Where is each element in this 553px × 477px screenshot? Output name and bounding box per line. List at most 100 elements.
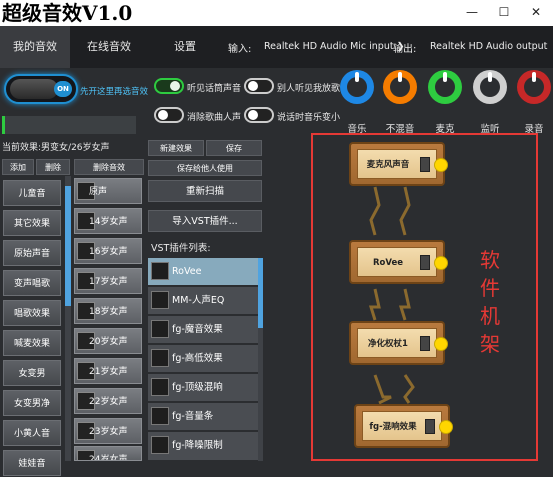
power-toggle-knob — [10, 79, 58, 99]
preset-item[interactable]: 24岁女声 — [74, 446, 142, 461]
preset-label: 17岁女声 — [89, 277, 128, 287]
record-knob-icon[interactable] — [517, 70, 551, 104]
category-item[interactable]: 喊麦效果 — [3, 330, 61, 356]
preset-label: 20岁女声 — [89, 337, 128, 347]
close-button[interactable]: ✕ — [526, 3, 546, 21]
category-scrollbar[interactable] — [65, 176, 71, 461]
vst-plugin-item[interactable]: MM-人声EQ — [148, 287, 258, 315]
chain-node[interactable]: fg-混响效果 — [354, 404, 453, 448]
new-effect-button[interactable]: 新建效果 — [148, 140, 204, 156]
preset-item[interactable]: 18岁女声 — [74, 298, 142, 324]
preset-item[interactable]: 16岁女声 — [74, 238, 142, 264]
category-item[interactable]: 儿童音 — [3, 180, 61, 206]
vst-plugin-item[interactable]: fg-顶级混响 — [148, 374, 258, 402]
vst-plugin-label: RoVee — [172, 266, 202, 277]
preset-label: 14岁女声 — [89, 217, 128, 227]
power-toggle[interactable]: ON — [4, 74, 78, 104]
tab-online-effects[interactable]: 在线音效 — [74, 26, 144, 68]
preset-item[interactable]: 17岁女声 — [74, 268, 142, 294]
preset-label: 原声 — [89, 187, 108, 197]
nomix-knob-icon[interactable] — [383, 70, 417, 104]
vst-plugin-item[interactable]: RoVee — [148, 258, 258, 286]
vst-plugin-label: fg-魔音效果 — [172, 324, 223, 335]
hear-mic-toggle[interactable] — [154, 78, 184, 94]
others-hear-music-label: 别人听见我放歌 — [277, 84, 341, 94]
duck-music-label: 说话时音乐变小 — [277, 113, 341, 123]
toggle-icon[interactable] — [425, 419, 435, 434]
first-select-hint: 先开这里再选音效 — [80, 87, 149, 97]
vst-plugin-label: MM-人声EQ — [172, 295, 225, 306]
preset-item[interactable]: 23岁女声 — [74, 418, 142, 444]
vst-plugin-item[interactable]: fg-魔音效果 — [148, 316, 258, 344]
chain-node[interactable]: RoVee — [349, 240, 448, 284]
chain-node-label: 麦克风声音 — [366, 160, 410, 170]
category-item[interactable]: 女变男 — [3, 360, 61, 386]
app-title: 超级音效V1.0 — [2, 1, 133, 25]
preset-item[interactable]: 14岁女声 — [74, 208, 142, 234]
delete-button[interactable]: 删除 — [36, 159, 70, 175]
music-knob-icon[interactable] — [340, 70, 374, 104]
status-indicator — [434, 256, 448, 270]
plugin-icon — [151, 291, 169, 309]
toggle-icon[interactable] — [420, 157, 430, 172]
maximize-button[interactable]: ☐ — [494, 3, 514, 21]
save-for-others-button[interactable]: 保存给他人使用 — [148, 160, 262, 176]
vst-plugin-label: fg-音量条 — [172, 411, 214, 422]
vst-plugin-label: fg-顶级混响 — [172, 382, 223, 393]
input-device-value: Realtek HD Audio Mic input — [264, 41, 394, 52]
category-item[interactable]: 变声唱歌 — [3, 270, 61, 296]
status-indicator — [434, 337, 448, 351]
category-item[interactable]: 女变男净 — [3, 390, 61, 416]
level-meter — [2, 116, 136, 134]
input-device-select[interactable]: Realtek HD Audio Mic input ❯ — [264, 34, 405, 60]
tab-my-effects[interactable]: 我的音效 — [0, 26, 70, 68]
plugin-icon — [151, 320, 169, 338]
category-item[interactable]: 其它效果 — [3, 210, 61, 236]
toggle-icon[interactable] — [420, 255, 430, 270]
chain-node[interactable]: 净化权杖1 — [349, 321, 448, 365]
preset-label: 22岁女声 — [89, 397, 128, 407]
preset-label: 16岁女声 — [89, 247, 128, 257]
category-item[interactable]: 原始声音 — [3, 240, 61, 266]
preset-label: 18岁女声 — [89, 307, 128, 317]
tab-settings[interactable]: 设置 — [150, 26, 220, 68]
others-hear-music-toggle[interactable] — [244, 78, 274, 94]
chain-node[interactable]: 麦克风声音 — [349, 142, 448, 186]
vst-plugin-item[interactable]: fg-音量条 — [148, 403, 258, 431]
plugin-icon — [151, 349, 169, 367]
preset-label: 24岁女声 — [89, 455, 128, 461]
minimize-button[interactable]: — — [462, 3, 482, 21]
import-vst-button[interactable]: 导入VST插件... — [148, 210, 262, 232]
rack-label: 软件机架 — [480, 248, 500, 356]
toggle-icon[interactable] — [420, 336, 430, 351]
vst-scrollbar[interactable] — [258, 258, 263, 461]
rescan-button[interactable]: 重新扫描 — [148, 180, 262, 202]
output-device-select[interactable]: Realtek HD Audio output — [430, 34, 553, 60]
category-item[interactable]: 唱歌效果 — [3, 300, 61, 326]
vst-plugin-label: fg-降噪限制 — [172, 440, 223, 451]
preset-item[interactable]: 20岁女声 — [74, 328, 142, 354]
add-button[interactable]: 添加 — [2, 159, 34, 175]
preset-item[interactable]: 原声 — [74, 178, 142, 204]
preset-item[interactable]: 22岁女声 — [74, 388, 142, 414]
plugin-icon — [151, 262, 169, 280]
vst-plugin-item[interactable]: fg-降噪限制 — [148, 432, 258, 461]
preset-label: 23岁女声 — [89, 427, 128, 437]
plugin-icon — [151, 407, 169, 425]
input-label: 输入: — [228, 44, 252, 55]
save-button[interactable]: 保存 — [206, 140, 262, 156]
chain-node-label: fg-混响效果 — [369, 422, 417, 432]
category-item[interactable]: 娃娃音 — [3, 450, 61, 476]
remove-vocals-label: 消除歌曲人声 — [187, 113, 242, 123]
delete-effect-button[interactable]: 删除音效 — [74, 159, 144, 175]
hear-mic-label: 听见话筒声音 — [187, 84, 242, 94]
remove-vocals-toggle[interactable] — [154, 107, 184, 123]
duck-music-toggle[interactable] — [244, 107, 274, 123]
vst-plugin-item[interactable]: fg-高低效果 — [148, 345, 258, 373]
plugin-icon — [151, 378, 169, 396]
preset-item[interactable]: 21岁女声 — [74, 358, 142, 384]
mic-knob-icon[interactable] — [428, 70, 462, 104]
monitor-knob-icon[interactable] — [473, 70, 507, 104]
power-state: ON — [54, 81, 72, 97]
category-item[interactable]: 小黄人音 — [3, 420, 61, 446]
